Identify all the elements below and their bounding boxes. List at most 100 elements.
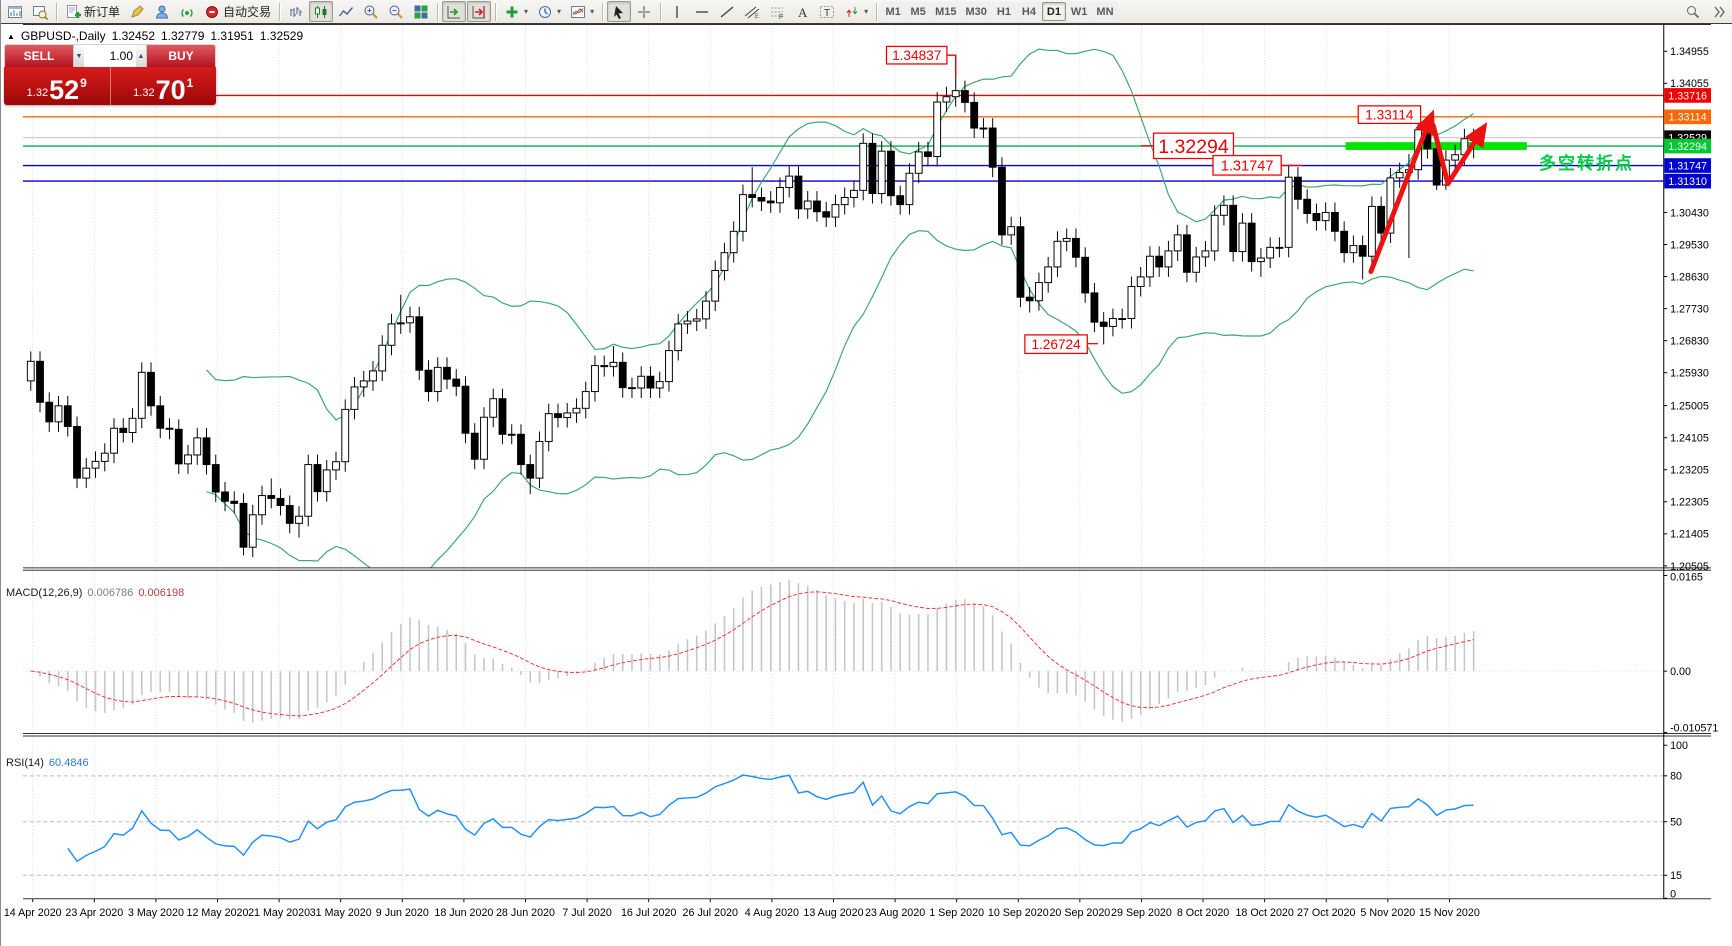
profiles-button[interactable] — [28, 1, 52, 22]
date-label: 16 Jul 2020 — [621, 907, 676, 919]
candle — [888, 151, 895, 196]
fibonacci-button[interactable]: F — [765, 1, 789, 22]
timeframe-h1-button[interactable]: H1 — [992, 2, 1016, 21]
candle — [666, 351, 673, 382]
toolbar-separator — [876, 3, 877, 21]
vertical-line-button[interactable] — [665, 1, 689, 22]
candle — [823, 212, 830, 217]
candle — [1202, 251, 1209, 257]
price-callout-text: 1.32294 — [1158, 136, 1229, 158]
zoom-in-button[interactable] — [359, 1, 383, 22]
volume-decrease-button[interactable]: ▼ — [74, 45, 84, 67]
volume-increase-button[interactable]: ▲ — [136, 45, 146, 67]
trend-note-annotation[interactable]: 多空转折点 — [1539, 149, 1634, 174]
templates-button[interactable]: ▾ — [566, 1, 598, 22]
candle — [1211, 215, 1218, 251]
buy-price[interactable]: 1.32 70 1 — [111, 67, 217, 105]
zoom-out-button[interactable] — [384, 1, 408, 22]
sell-button[interactable]: SELL — [5, 45, 73, 67]
line-chart-button[interactable] — [334, 1, 358, 22]
rsi-axis-label: 0 — [1670, 888, 1676, 900]
candle — [453, 379, 460, 386]
zoomout-icon — [388, 4, 404, 20]
timeframe-mn-button[interactable]: MN — [1092, 2, 1117, 21]
candle — [989, 128, 996, 167]
new-chart-button[interactable] — [3, 1, 27, 22]
candlestick-chart-button[interactable] — [309, 1, 333, 22]
date-label: 9 Jun 2020 — [376, 907, 429, 919]
periods-button[interactable]: ▾ — [533, 1, 565, 22]
bars-icon — [288, 4, 304, 20]
quote-expand-toggle[interactable]: ▲ — [7, 32, 15, 41]
macd-main-value: 0.006786 — [87, 587, 133, 599]
text-button[interactable]: A — [790, 1, 814, 22]
candle — [268, 496, 275, 499]
timeframe-d1-button[interactable]: D1 — [1042, 2, 1066, 21]
chart-area[interactable]: 1.348371.331141.322941.317471.267241.349… — [1, 24, 1732, 946]
candle — [767, 201, 774, 203]
signals-button[interactable] — [175, 1, 199, 22]
candle — [111, 428, 118, 453]
date-label: 13 Aug 2020 — [803, 907, 863, 919]
candle — [120, 428, 127, 432]
y-axis-label: 1.26830 — [1670, 336, 1709, 348]
more-button[interactable] — [1707, 1, 1731, 22]
crosshair-button[interactable] — [632, 1, 656, 22]
timeframe-m5-button[interactable]: M5 — [906, 2, 930, 21]
svg-text:T: T — [824, 8, 830, 19]
timeframe-h4-button[interactable]: H4 — [1017, 2, 1041, 21]
candle — [999, 167, 1006, 235]
neworder-icon — [65, 4, 81, 20]
shapes-button[interactable]: ▾ — [840, 1, 872, 22]
candle — [841, 197, 848, 204]
shapes-icon — [844, 4, 860, 20]
volume-input[interactable] — [84, 45, 136, 67]
toolbar-separator — [495, 3, 496, 21]
new-order-button[interactable]: 新订单 — [61, 1, 124, 22]
candle — [832, 205, 839, 217]
auto-scroll-button[interactable] — [442, 1, 466, 22]
metaeditor-button[interactable] — [125, 1, 149, 22]
timeframe-w1-button[interactable]: W1 — [1067, 2, 1092, 21]
timeframe-m1-button[interactable]: M1 — [881, 2, 905, 21]
candle — [814, 201, 821, 212]
horizontal-line-button[interactable] — [690, 1, 714, 22]
bar-chart-button[interactable] — [284, 1, 308, 22]
candle — [360, 381, 367, 387]
buy-button[interactable]: BUY — [147, 45, 215, 67]
candle — [203, 438, 210, 465]
search-button[interactable] — [1681, 1, 1705, 22]
cursor-button[interactable] — [607, 1, 631, 22]
timeframe-m15-button[interactable]: M15 — [931, 2, 960, 21]
candle — [240, 503, 247, 547]
quote-bar: ▲ GBPUSD-,Daily 1.32452 1.32779 1.31951 … — [7, 29, 303, 43]
candle — [333, 462, 340, 470]
candle — [712, 270, 719, 301]
candle — [573, 408, 580, 413]
label-button[interactable]: T — [815, 1, 839, 22]
y-axis-label: 1.23205 — [1670, 465, 1709, 477]
candle — [1452, 155, 1459, 160]
indicators-button[interactable]: ▾ — [500, 1, 532, 22]
trend-arrow[interactable] — [1371, 119, 1430, 272]
candle — [148, 372, 155, 405]
chevron-down-icon: ▾ — [557, 7, 561, 16]
channel-button[interactable]: E — [740, 1, 764, 22]
hline-icon — [694, 4, 710, 20]
date-label: 27 Oct 2020 — [1297, 907, 1355, 919]
candle — [693, 319, 700, 321]
autotrade-icon — [204, 4, 220, 20]
candle — [397, 323, 404, 324]
candle — [342, 409, 349, 461]
chart-shift-button[interactable] — [467, 1, 491, 22]
candle — [592, 366, 599, 392]
autotrading-button[interactable]: 自动交易 — [200, 1, 275, 22]
trendline-button[interactable] — [715, 1, 739, 22]
candle — [804, 201, 811, 209]
toolbar-separator — [660, 3, 661, 21]
timeframe-m30-button[interactable]: M30 — [962, 2, 991, 21]
community-button[interactable] — [150, 1, 174, 22]
sell-price[interactable]: 1.32 52 9 — [4, 67, 111, 105]
candle — [277, 498, 284, 505]
tile-windows-button[interactable] — [409, 1, 433, 22]
